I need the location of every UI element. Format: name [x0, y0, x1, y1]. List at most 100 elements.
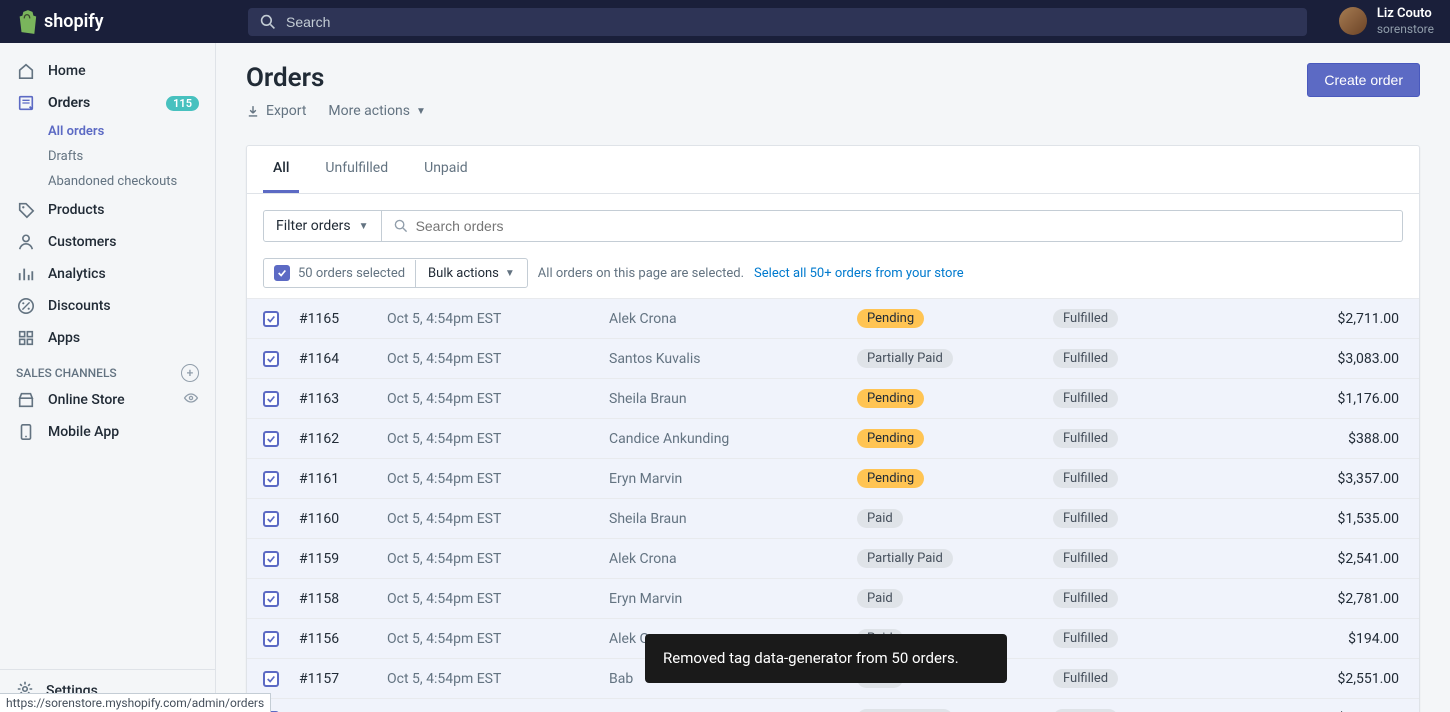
- shopify-bag-icon: [16, 10, 38, 34]
- row-checkbox[interactable]: [263, 591, 279, 607]
- row-checkbox[interactable]: [263, 511, 279, 527]
- nav-home[interactable]: Home: [0, 55, 215, 87]
- order-customer: Sheila Braun: [609, 391, 857, 407]
- nav-discounts[interactable]: Discounts: [0, 290, 215, 322]
- row-checkbox[interactable]: [263, 311, 279, 327]
- order-total: $388.00: [1253, 431, 1403, 447]
- add-channel-button[interactable]: +: [181, 364, 199, 382]
- order-total: $2,781.00: [1253, 591, 1403, 607]
- order-id: #1157: [299, 671, 387, 687]
- select-all-link[interactable]: Select all 50+ orders from your store: [754, 266, 964, 281]
- order-total: $2,541.00: [1253, 551, 1403, 567]
- chart-icon: [16, 264, 36, 284]
- tag-icon: [16, 200, 36, 220]
- tabs: All Unfulfilled Unpaid: [247, 146, 1419, 194]
- table-row[interactable]: #1158Oct 5, 4:54pm ESTEryn MarvinPaidFul…: [247, 578, 1419, 618]
- table-row[interactable]: #1161Oct 5, 4:54pm ESTEryn MarvinPending…: [247, 458, 1419, 498]
- order-date: Oct 5, 4:54pm EST: [387, 471, 609, 487]
- row-checkbox[interactable]: [263, 431, 279, 447]
- order-customer: Candice Ankunding: [609, 431, 857, 447]
- order-id: #1158: [299, 591, 387, 607]
- select-all-checkbox[interactable]: [274, 265, 290, 281]
- order-id: #1160: [299, 511, 387, 527]
- order-total: $1,176.00: [1253, 391, 1403, 407]
- row-checkbox[interactable]: [263, 351, 279, 367]
- table-row[interactable]: #1163Oct 5, 4:54pm ESTSheila BraunPendin…: [247, 378, 1419, 418]
- orders-card: All Unfulfilled Unpaid Filter orders ▼: [246, 145, 1420, 712]
- tab-all[interactable]: All: [263, 146, 299, 193]
- payment-badge: Partially Paid: [857, 349, 953, 368]
- filter-orders-button[interactable]: Filter orders ▼: [263, 210, 382, 242]
- table-row[interactable]: #1159Oct 5, 4:54pm ESTAlek CronaPartiall…: [247, 538, 1419, 578]
- nav-customers[interactable]: Customers: [0, 226, 215, 258]
- payment-badge: Pending: [857, 389, 924, 408]
- bulk-actions-button[interactable]: Bulk actions ▼: [415, 260, 527, 287]
- fulfillment-badge: Fulfilled: [1053, 389, 1118, 408]
- order-total: $2,711.00: [1253, 311, 1403, 327]
- nav-mobile-app[interactable]: Mobile App: [0, 416, 215, 448]
- search-orders-input[interactable]: [416, 218, 1390, 234]
- row-checkbox[interactable]: [263, 671, 279, 687]
- order-date: Oct 5, 4:54pm EST: [387, 391, 609, 407]
- percent-icon: [16, 296, 36, 316]
- row-checkbox[interactable]: [263, 471, 279, 487]
- fulfillment-badge: Fulfilled: [1053, 669, 1118, 688]
- user-menu[interactable]: Liz Couto sorenstore: [1339, 7, 1434, 35]
- selection-bar: 50 orders selected Bulk actions ▼ All or…: [247, 258, 1419, 298]
- nav-drafts[interactable]: Drafts: [48, 144, 215, 169]
- row-checkbox[interactable]: [263, 551, 279, 567]
- sidebar: Home Orders 115 All orders Drafts Abando…: [0, 43, 216, 712]
- order-id: #1163: [299, 391, 387, 407]
- view-store-icon[interactable]: [183, 390, 199, 410]
- order-date: Oct 5, 4:54pm EST: [387, 631, 609, 647]
- table-row[interactable]: #1155Oct 5, 4:54pm ESTAlek CronaPartiall…: [247, 698, 1419, 712]
- order-total: $1,535.00: [1253, 511, 1403, 527]
- table-row[interactable]: #1164Oct 5, 4:54pm ESTSantos KuvalisPart…: [247, 338, 1419, 378]
- page-title: Orders: [246, 63, 426, 93]
- create-order-button[interactable]: Create order: [1307, 63, 1420, 97]
- store-icon: [16, 390, 36, 410]
- fulfillment-badge: Fulfilled: [1053, 349, 1118, 368]
- nav-analytics[interactable]: Analytics: [0, 258, 215, 290]
- table-row[interactable]: #1160Oct 5, 4:54pm ESTSheila BraunPaidFu…: [247, 498, 1419, 538]
- export-button[interactable]: Export: [246, 103, 306, 119]
- global-search-input[interactable]: [286, 14, 1295, 30]
- payment-badge: Pending: [857, 309, 924, 328]
- fulfillment-badge: Fulfilled: [1053, 309, 1118, 328]
- status-url: https://sorenstore.myshopify.com/admin/o…: [0, 693, 271, 712]
- payment-badge: Paid: [857, 589, 903, 608]
- fulfillment-badge: Fulfilled: [1053, 469, 1118, 488]
- order-total: $194.00: [1253, 631, 1403, 647]
- nav-abandoned[interactable]: Abandoned checkouts: [48, 169, 215, 194]
- nav-products[interactable]: Products: [0, 194, 215, 226]
- order-customer: Alek Crona: [609, 551, 857, 567]
- order-customer: Alek Crona: [609, 311, 857, 327]
- toast: Removed tag data-generator from 50 order…: [645, 634, 1007, 683]
- brand-logo[interactable]: shopify: [16, 10, 216, 34]
- search-orders[interactable]: [382, 210, 1403, 242]
- orders-icon: [16, 93, 36, 113]
- order-customer: Eryn Marvin: [609, 591, 857, 607]
- grid-icon: [16, 328, 36, 348]
- table-row[interactable]: #1165Oct 5, 4:54pm ESTAlek CronaPendingF…: [247, 298, 1419, 338]
- row-checkbox[interactable]: [263, 631, 279, 647]
- payment-badge: Partially Paid: [857, 549, 953, 568]
- chevron-down-icon: ▼: [416, 106, 426, 117]
- nav-online-store[interactable]: Online Store: [0, 384, 215, 416]
- order-id: #1159: [299, 551, 387, 567]
- order-id: #1165: [299, 311, 387, 327]
- tab-unfulfilled[interactable]: Unfulfilled: [315, 146, 398, 193]
- global-search[interactable]: [248, 8, 1307, 36]
- user-icon: [16, 232, 36, 252]
- order-date: Oct 5, 4:54pm EST: [387, 431, 609, 447]
- more-actions-button[interactable]: More actions ▼: [328, 103, 426, 119]
- row-checkbox[interactable]: [263, 391, 279, 407]
- search-icon: [260, 14, 276, 30]
- user-store: sorenstore: [1377, 22, 1434, 36]
- table-row[interactable]: #1162Oct 5, 4:54pm ESTCandice AnkundingP…: [247, 418, 1419, 458]
- payment-badge: Paid: [857, 509, 903, 528]
- tab-unpaid[interactable]: Unpaid: [414, 146, 478, 193]
- nav-apps[interactable]: Apps: [0, 322, 215, 354]
- nav-orders[interactable]: Orders 115: [0, 87, 215, 119]
- nav-all-orders[interactable]: All orders: [48, 119, 215, 144]
